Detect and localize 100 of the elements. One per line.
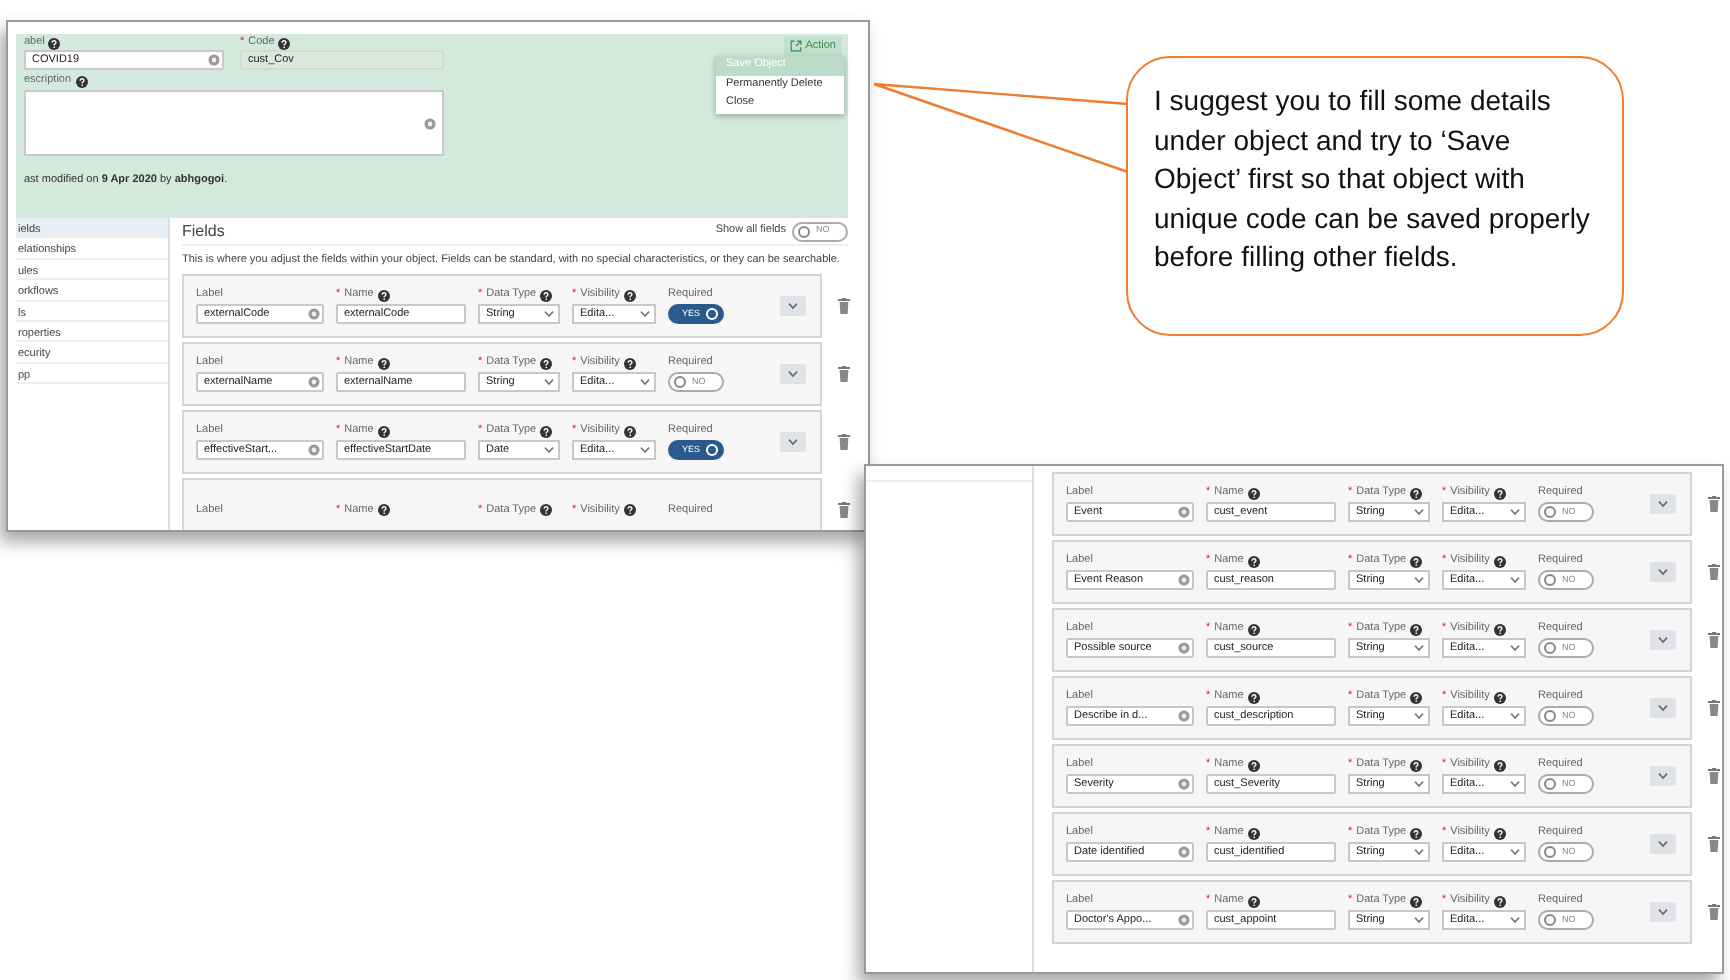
callout-text: I suggest you to fill some details under object and try to ‘Save Object’ first so that object with unique code can be saved properly before filling other fields. (1126, 56, 1624, 336)
gear-icon[interactable] (1178, 574, 1190, 586)
gear-icon[interactable] (1178, 506, 1190, 518)
chevron-icon (788, 302, 798, 310)
trash-icon[interactable] (1708, 496, 1720, 512)
help-icon[interactable] (623, 425, 636, 437)
chevron-icon (1658, 772, 1668, 780)
chevron-icon (1658, 908, 1668, 916)
help-icon[interactable] (1493, 487, 1506, 499)
help-icon[interactable] (540, 425, 553, 437)
help-icon[interactable] (623, 289, 636, 301)
help-icon[interactable] (1247, 895, 1260, 907)
gear-icon[interactable] (308, 308, 320, 320)
description-input[interactable] (24, 90, 444, 156)
help-icon[interactable] (1410, 487, 1423, 499)
gear-icon[interactable] (1178, 778, 1190, 790)
caret-icon (1510, 576, 1520, 584)
help-icon[interactable] (1410, 895, 1423, 907)
caret-icon (640, 378, 650, 386)
help-icon[interactable] (540, 504, 553, 516)
caret-icon (1510, 916, 1520, 924)
help-icon[interactable] (1493, 895, 1506, 907)
help-icon[interactable] (1410, 691, 1423, 703)
help-icon[interactable] (377, 357, 390, 369)
caret-icon (544, 446, 554, 454)
gear-icon[interactable] (308, 444, 320, 456)
trash-icon[interactable] (1708, 904, 1720, 920)
help-icon[interactable] (1410, 759, 1423, 771)
caret-icon (544, 310, 554, 318)
chevron-icon (1658, 840, 1668, 848)
help-icon[interactable] (540, 357, 553, 369)
gear-icon[interactable] (1178, 710, 1190, 722)
trash-icon[interactable] (1708, 564, 1720, 580)
help-icon[interactable] (1247, 487, 1260, 499)
chevron-icon (1658, 636, 1668, 644)
caret-icon (1414, 780, 1424, 788)
expand-button[interactable] (1650, 494, 1676, 514)
help-icon[interactable] (623, 357, 636, 369)
gear-icon[interactable] (308, 376, 320, 388)
help-icon[interactable] (377, 289, 390, 301)
expand-button[interactable] (780, 432, 806, 452)
trash-icon[interactable] (1708, 768, 1720, 784)
expand-button[interactable] (1650, 630, 1676, 650)
caret-icon (1510, 848, 1520, 856)
gear-icon[interactable] (1178, 642, 1190, 654)
help-icon[interactable] (1410, 555, 1423, 567)
trash-icon[interactable] (1708, 700, 1720, 716)
caret-icon (1414, 576, 1424, 584)
help-icon[interactable] (278, 37, 291, 49)
expand-button[interactable] (1650, 562, 1676, 582)
help-icon[interactable] (540, 289, 553, 301)
chevron-icon (1658, 704, 1668, 712)
expand-button[interactable] (1650, 766, 1676, 786)
expand-button[interactable] (780, 364, 806, 384)
help-icon[interactable] (1247, 623, 1260, 635)
help-icon[interactable] (1493, 623, 1506, 635)
caret-icon (1414, 712, 1424, 720)
help-icon[interactable] (1410, 623, 1423, 635)
trash-icon[interactable] (838, 502, 850, 518)
expand-button[interactable] (780, 296, 806, 316)
gear-icon[interactable] (1178, 914, 1190, 926)
help-icon[interactable] (1493, 827, 1506, 839)
help-icon[interactable] (75, 75, 88, 87)
expand-button[interactable] (1650, 902, 1676, 922)
help-icon[interactable] (1247, 691, 1260, 703)
gear-icon[interactable] (1178, 846, 1190, 858)
gear-icon[interactable] (208, 54, 220, 66)
help-icon[interactable] (623, 504, 636, 516)
chevron-icon (788, 438, 798, 446)
caret-icon (544, 378, 554, 386)
trash-icon[interactable] (1708, 632, 1720, 648)
help-icon[interactable] (1247, 827, 1260, 839)
gear-icon[interactable] (424, 118, 436, 130)
caret-icon (1510, 712, 1520, 720)
chevron-icon (1658, 568, 1668, 576)
caret-icon (1414, 848, 1424, 856)
help-icon[interactable] (1493, 759, 1506, 771)
help-icon[interactable] (1493, 691, 1506, 703)
trash-icon[interactable] (1708, 836, 1720, 852)
trash-icon[interactable] (838, 434, 850, 450)
expand-button[interactable] (1650, 834, 1676, 854)
caret-icon (640, 310, 650, 318)
help-icon[interactable] (1410, 827, 1423, 839)
caret-icon (1510, 780, 1520, 788)
caret-icon (1510, 644, 1520, 652)
panel-title: Fields (182, 219, 225, 243)
chevron-icon (1658, 500, 1668, 508)
expand-button[interactable] (1650, 698, 1676, 718)
caret-icon (1414, 916, 1424, 924)
help-icon[interactable] (1493, 555, 1506, 567)
help-icon[interactable] (377, 504, 390, 516)
help-icon[interactable] (48, 37, 61, 49)
caret-icon (640, 446, 650, 454)
caret-icon (1510, 508, 1520, 516)
caret-icon (1414, 508, 1424, 516)
help-icon[interactable] (1247, 555, 1260, 567)
trash-icon[interactable] (838, 298, 850, 314)
help-icon[interactable] (1247, 759, 1260, 771)
help-icon[interactable] (377, 425, 390, 437)
trash-icon[interactable] (838, 366, 850, 382)
